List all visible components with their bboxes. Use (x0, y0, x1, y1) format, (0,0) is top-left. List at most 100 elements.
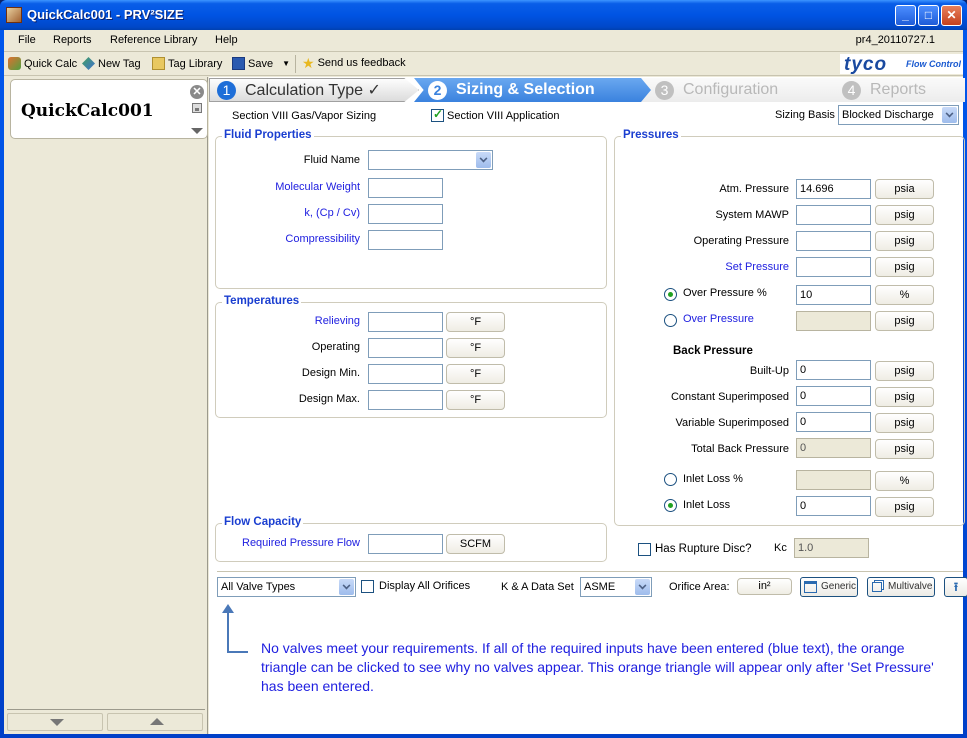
pressures-title: Pressures (621, 129, 681, 141)
system-mawp-unit-button[interactable]: psig (875, 205, 934, 225)
tag-name: QuickCalc001 (21, 101, 154, 121)
required-flow-label: Required Pressure Flow (242, 537, 360, 549)
kc-input (794, 538, 869, 558)
over-pressure-pct-radio[interactable] (664, 288, 677, 301)
display-all-orifices-label: Display All Orifices (379, 580, 471, 592)
inlet-loss-pct-radio[interactable] (664, 473, 677, 486)
built-up-input[interactable] (796, 360, 871, 380)
flow-unit-button[interactable]: SCFM (446, 534, 505, 554)
variable-superimposed-input[interactable] (796, 412, 871, 432)
save-dropdown-icon[interactable]: ▼ (282, 59, 290, 68)
operating-temp-unit-button[interactable]: °F (446, 338, 505, 358)
inlet-loss-input[interactable] (796, 496, 871, 516)
operating-temp-input[interactable] (368, 338, 443, 358)
step-configuration[interactable]: 3 Configuration (641, 78, 841, 102)
atm-pressure-input[interactable] (796, 179, 871, 199)
multivalve-button[interactable]: Multivalve (867, 577, 935, 597)
expand-tag-icon[interactable] (191, 128, 203, 134)
new-tag-label: New Tag (98, 57, 141, 70)
step-number: 1 (217, 80, 236, 100)
menu-reference-library[interactable]: Reference Library (110, 34, 197, 46)
over-pressure-pct-unit-button[interactable]: % (875, 285, 934, 305)
sizing-basis-select[interactable]: Blocked Discharge (838, 105, 959, 125)
toolbar: Quick Calc New Tag Tag Library Save ▼ ★ … (4, 52, 963, 76)
menu-file[interactable]: File (18, 34, 36, 46)
operating-pressure-unit-button[interactable]: psig (875, 231, 934, 251)
design-max-unit-button[interactable]: °F (446, 390, 505, 410)
chevron-down-icon (635, 579, 650, 595)
menu-reports[interactable]: Reports (53, 34, 92, 46)
save-button[interactable]: Save ▼ (232, 57, 290, 70)
quick-calc-icon (8, 57, 21, 70)
generic-button[interactable]: Generic (800, 577, 858, 597)
constant-superimposed-unit-button[interactable]: psig (875, 387, 934, 407)
title-bar: QuickCalc001 - PRV²SIZE _ □ ✕ (0, 0, 967, 30)
step-number: 2 (428, 80, 447, 100)
inlet-loss-radio[interactable] (664, 499, 677, 512)
fluid-properties-title: Fluid Properties (222, 129, 314, 141)
feedback-button[interactable]: ★ Send us feedback (302, 56, 406, 70)
orifice-area-label: Orifice Area: (669, 581, 730, 593)
valve-types-select[interactable]: All Valve Types (217, 577, 356, 597)
tag-card[interactable]: QuickCalc001 ✕ (10, 79, 208, 139)
molecular-weight-label: Molecular Weight (275, 181, 360, 193)
version-label: pr4_20110727.1 (855, 34, 935, 46)
total-back-pressure-input (796, 438, 871, 458)
menu-help[interactable]: Help (215, 34, 238, 46)
scroll-up-button[interactable] (107, 713, 203, 731)
close-button[interactable]: ✕ (941, 5, 962, 26)
display-all-orifices-checkbox[interactable] (361, 580, 374, 593)
step-label: Configuration (683, 81, 779, 98)
molecular-weight-input[interactable] (368, 178, 443, 198)
design-min-unit-button[interactable]: °F (446, 364, 505, 384)
rupture-disc-checkbox[interactable] (638, 543, 651, 556)
required-flow-input[interactable] (368, 534, 443, 554)
variable-superimposed-unit-button[interactable]: psig (875, 413, 934, 433)
inlet-loss-pct-label: Inlet Loss % (683, 473, 743, 485)
operating-pressure-label: Operating Pressure (693, 235, 789, 247)
step-number: 4 (842, 80, 861, 100)
system-mawp-input[interactable] (796, 205, 871, 225)
maximize-button[interactable]: □ (918, 5, 939, 26)
new-tag-button[interactable]: New Tag (82, 57, 141, 70)
save-tag-icon[interactable] (192, 103, 202, 113)
over-pressure-pct-input[interactable] (796, 285, 871, 305)
variable-superimposed-label: Variable Superimposed (675, 417, 789, 429)
save-label: Save (248, 57, 274, 70)
ka-data-set-select[interactable]: ASME (580, 577, 652, 597)
relieving-temp-input[interactable] (368, 312, 443, 332)
collapse-top-button[interactable]: ⭱ (944, 577, 967, 597)
menu-bar: File Reports Reference Library Help pr4_… (4, 30, 963, 52)
set-pressure-input[interactable] (796, 257, 871, 277)
minimize-button[interactable]: _ (895, 5, 916, 26)
orifice-area-unit-button[interactable]: in² (737, 578, 792, 595)
over-pressure-radio[interactable] (664, 314, 677, 327)
quick-calc-button[interactable]: Quick Calc (8, 57, 77, 70)
design-max-input[interactable] (368, 390, 443, 410)
fluid-name-select[interactable] (368, 150, 493, 170)
atm-pressure-unit-button[interactable]: psia (875, 179, 934, 199)
inlet-loss-pct-unit-button[interactable]: % (875, 471, 934, 491)
constant-superimposed-input[interactable] (796, 386, 871, 406)
over-pressure-unit-button[interactable]: psig (875, 311, 934, 331)
step-reports[interactable]: 4 Reports (825, 78, 965, 102)
built-up-unit-button[interactable]: psig (875, 361, 934, 381)
built-up-label: Built-Up (749, 365, 789, 377)
total-back-pressure-unit-button[interactable]: psig (875, 439, 934, 459)
close-tag-icon[interactable]: ✕ (190, 85, 204, 99)
relieving-unit-button[interactable]: °F (446, 312, 505, 332)
set-pressure-unit-button[interactable]: psig (875, 257, 934, 277)
logo-tagline: Flow Control (906, 59, 961, 69)
k-ratio-input[interactable] (368, 204, 443, 224)
step-calculation-type[interactable]: 1 Calculation Type ✓ (209, 78, 419, 102)
inlet-loss-unit-button[interactable]: psig (875, 497, 934, 517)
compressibility-input[interactable] (368, 230, 443, 250)
set-pressure-label: Set Pressure (725, 261, 789, 273)
design-min-input[interactable] (368, 364, 443, 384)
step-sizing-selection[interactable]: 2 Sizing & Selection (414, 78, 656, 102)
operating-pressure-input[interactable] (796, 231, 871, 251)
design-min-label: Design Min. (301, 367, 360, 379)
section-viii-checkbox[interactable] (431, 107, 444, 122)
scroll-down-button[interactable] (7, 713, 103, 731)
tag-library-button[interactable]: Tag Library (152, 57, 222, 70)
